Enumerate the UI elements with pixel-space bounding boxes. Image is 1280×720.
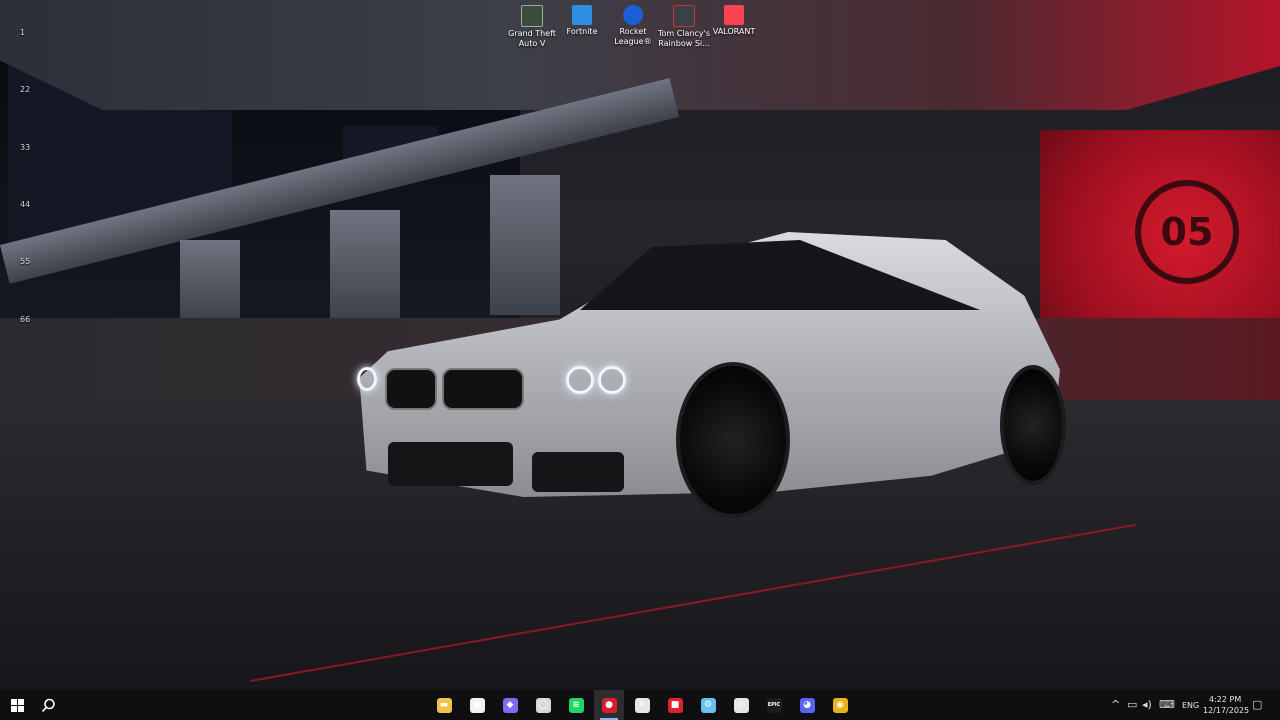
epic-circle-icon: ◎ (733, 697, 749, 713)
kidney-grille (385, 368, 437, 410)
desktop-icon-fortnite[interactable]: Fortnite (554, 5, 610, 37)
desktop-icon-valorant[interactable]: VALORANT (706, 5, 762, 37)
valorant-icon (724, 5, 744, 25)
microsoft-store-icon: ▣ (469, 697, 485, 713)
taskbar: ▬ ▣ ◆ ◯ ≋ ● ✕ ■ ⚙ ◎ EPIC ◕ ◉ ^ ▭ ◂) ⌨ ENG 4:22 PM 12… (0, 690, 1280, 720)
discord-icon: ◕ (799, 697, 815, 713)
taskbar-app-button[interactable]: ■ (660, 690, 690, 720)
rocket-league-icon (623, 5, 643, 25)
desktop-icon-label: VALORANT (712, 27, 756, 36)
wall-badge: 05 (1135, 180, 1239, 284)
front-wheel (676, 362, 790, 518)
desktop-icon-rainbow-six[interactable]: Tom Clancy's Rainbow Si... (656, 5, 712, 49)
spotify-icon: ≋ (568, 697, 584, 713)
side-number: 66 (20, 315, 31, 324)
windows-start-icon (10, 698, 24, 712)
desktop-icon-label: Tom Clancy's Rainbow Si... (657, 29, 711, 48)
taskbar-app-button[interactable]: ● (594, 690, 624, 720)
desktop-icon-label: Fortnite (566, 27, 598, 36)
rockstar-launcher-icon: ■ (667, 697, 683, 713)
volume-icon[interactable]: ◂) (1142, 698, 1152, 712)
rear-wheel (1000, 365, 1066, 485)
search-icon (41, 698, 55, 712)
kidney-grille (442, 368, 524, 410)
search-button[interactable] (33, 690, 63, 720)
desktop-icon-rocket-league[interactable]: Rocket League® (605, 5, 661, 47)
file-explorer-icon: ▬ (436, 697, 452, 713)
chrome-icon: ◉ (832, 697, 848, 713)
headlight (357, 367, 377, 391)
fortnite-icon (572, 5, 592, 25)
desktop-icon-gta-v[interactable]: Grand Theft Auto V (504, 5, 560, 49)
concrete-pillar (330, 210, 400, 320)
notification-icon[interactable]: ▢ (1252, 698, 1262, 712)
taskbar-app-button[interactable]: ◆ (495, 690, 525, 720)
keyboard-icon[interactable]: ⌨ (1159, 698, 1175, 712)
show-hidden-icons-chevron[interactable]: ^ (1111, 698, 1120, 712)
air-intake (388, 442, 513, 486)
capcut-icon: ✕ (634, 697, 650, 713)
steam-icon: ⚙ (700, 697, 716, 713)
network-icon[interactable]: ▭ (1127, 698, 1137, 712)
clock-time[interactable]: 4:22 PM (1209, 695, 1241, 704)
side-number: 44 (20, 200, 31, 209)
headlight (566, 366, 594, 394)
taskbar-app-button[interactable]: ✕ (627, 690, 657, 720)
concrete-pillar (180, 240, 240, 320)
game-controller-icon: ◆ (502, 697, 518, 713)
chat-app-icon: ◯ (535, 697, 551, 713)
taskbar-app-button[interactable]: EPIC (759, 690, 789, 720)
gta-v-icon (521, 5, 543, 27)
desktop-wallpaper: 05 1 22 33 44 55 66 Grand Theft Auto V F… (0, 0, 1280, 690)
start-button[interactable] (2, 690, 32, 720)
concrete-pillar (490, 175, 560, 315)
clock-date[interactable]: 12/17/2025 (1203, 706, 1249, 715)
taskbar-app-button[interactable]: ▣ (462, 690, 492, 720)
desktop-icon-label: Rocket League® (614, 27, 652, 46)
headlight (598, 366, 626, 394)
side-number: 22 (20, 85, 31, 94)
taskbar-app-button[interactable]: ◕ (792, 690, 822, 720)
air-intake (532, 452, 624, 492)
side-number: 33 (20, 143, 31, 152)
taskbar-app-button[interactable]: ◎ (726, 690, 756, 720)
taskbar-app-button[interactable]: ◯ (528, 690, 558, 720)
side-number: 1 (20, 28, 26, 37)
input-language[interactable]: ENG (1182, 701, 1199, 710)
taskbar-app-button[interactable]: ⚙ (693, 690, 723, 720)
rainbow-six-icon (673, 5, 695, 27)
desktop-icon-label: Grand Theft Auto V (508, 29, 556, 48)
taskbar-app-button[interactable]: ≋ (561, 690, 591, 720)
red-app-icon: ● (601, 697, 617, 713)
taskbar-app-button[interactable]: ◉ (825, 690, 855, 720)
taskbar-app-button[interactable]: ▬ (429, 690, 459, 720)
side-number: 55 (20, 257, 31, 266)
epic-games-icon: EPIC (766, 697, 782, 713)
